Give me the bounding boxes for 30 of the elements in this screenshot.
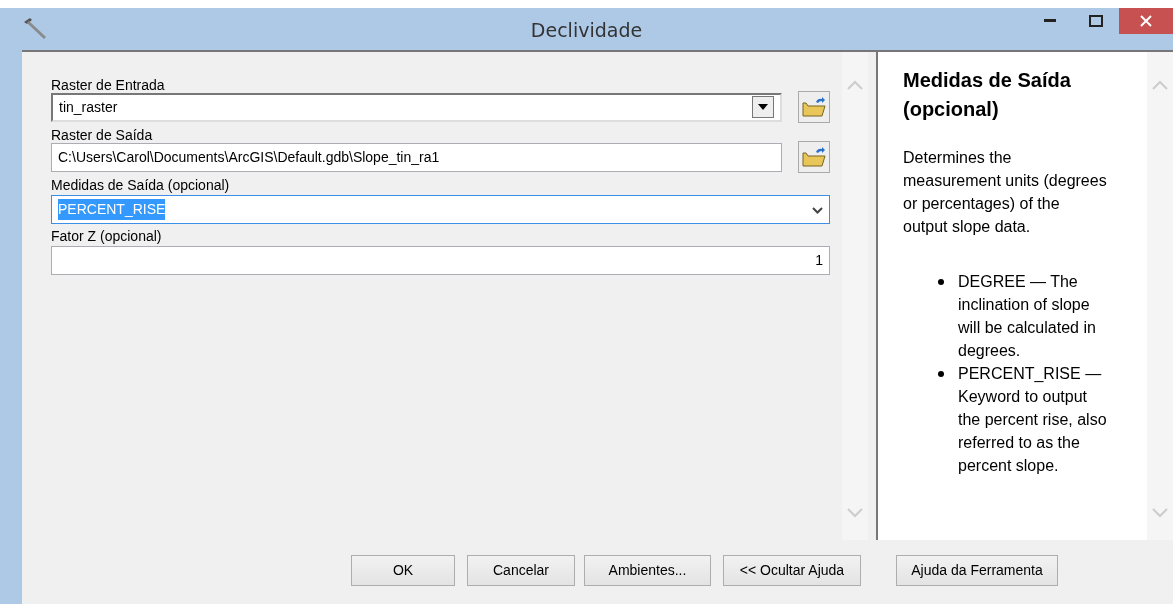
bullet-icon <box>938 371 944 377</box>
close-button[interactable] <box>1119 8 1173 34</box>
dialog-button[interactable]: Ambientes... <box>584 555 711 586</box>
help-title: Medidas de Saída (opcional) <box>903 68 1072 122</box>
close-icon <box>1140 15 1152 27</box>
dialog-button[interactable]: Ajuda da Ferramenta <box>896 555 1058 586</box>
minimize-icon <box>1044 19 1056 23</box>
browse-button[interactable] <box>798 141 830 173</box>
folder-icon <box>802 96 826 118</box>
input-field[interactable]: C:\Users\Carol\Documents\ArcGIS\Default.gdb\Slope_tin_ra1 <box>51 142 782 172</box>
folder-icon <box>802 146 826 168</box>
window-title: Declividade <box>530 19 643 41</box>
help-list-item: PERCENT_RISE — Keyword to output the percent rise, also referred to as the percent slope. <box>958 364 1107 476</box>
dialog-button[interactable]: Cancelar <box>467 555 575 586</box>
dropdown-field[interactable]: tin_raster <box>51 92 782 122</box>
dialog-button[interactable]: << Ocultar Ajuda <box>723 555 861 586</box>
field-label: Fator Z (opcional) <box>51 227 163 246</box>
dropdown-arrow-icon[interactable] <box>758 104 768 110</box>
input-field[interactable]: 1 <box>51 246 830 275</box>
field-label: Raster de Saída <box>51 126 154 145</box>
dialog-button[interactable]: OK <box>351 555 455 586</box>
hammer-icon <box>22 17 48 39</box>
chevron-down-icon[interactable] <box>812 206 823 214</box>
help-description: Determines the measurement units (degrees or percentages) of the output slope data. <box>903 148 1107 237</box>
maximize-icon <box>1089 15 1103 27</box>
field-label: Raster de Entrada <box>51 76 166 95</box>
browse-button[interactable] <box>798 91 830 123</box>
help-list-item: DEGREE — The inclination of slope will be calculated in degrees. <box>958 272 1097 361</box>
bullet-icon <box>938 279 944 285</box>
field-label: Medidas de Saída (opcional) <box>51 176 231 195</box>
